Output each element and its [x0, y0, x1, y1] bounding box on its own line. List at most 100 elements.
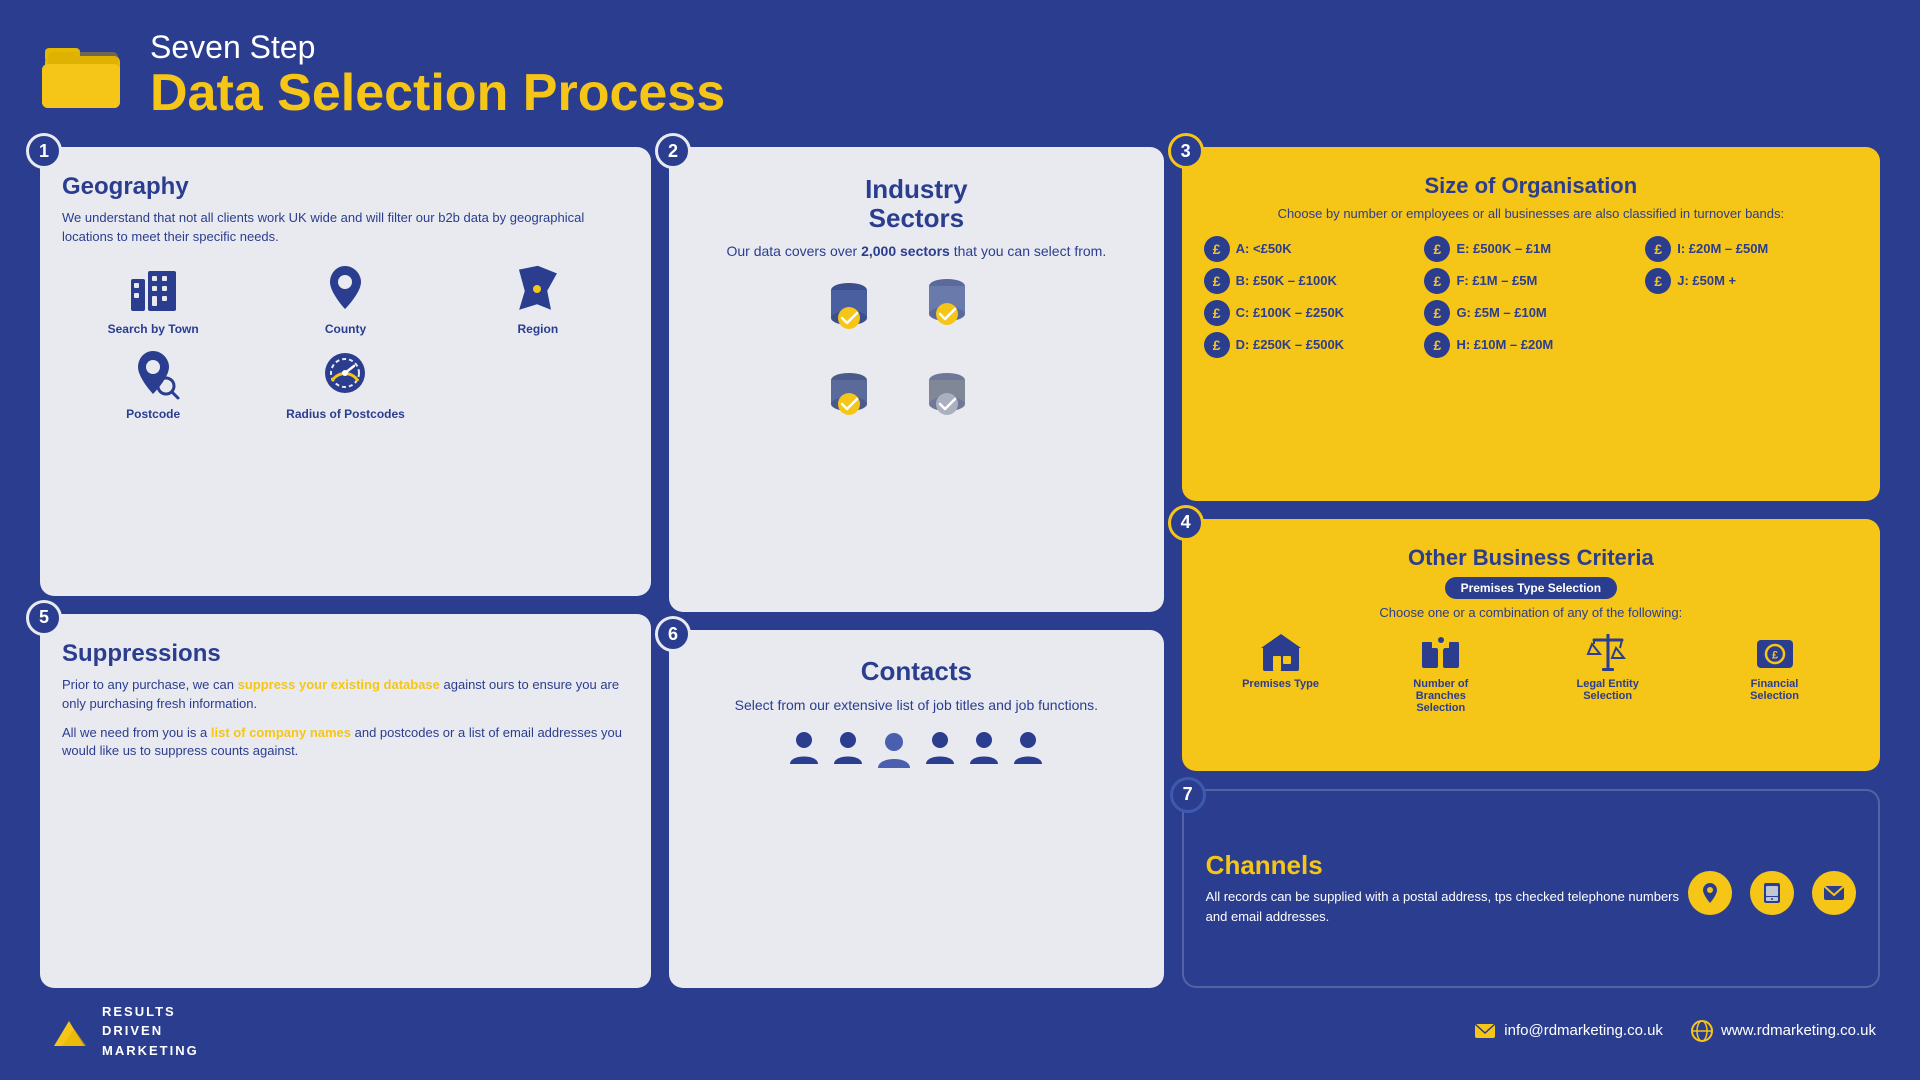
person-icon-5	[1010, 730, 1046, 766]
step5-highlight1: suppress your existing database	[238, 677, 440, 692]
pound-icon-d: £	[1204, 332, 1230, 358]
pound-icon-e: £	[1424, 236, 1450, 262]
premises-icon	[1259, 630, 1303, 674]
town-icon	[126, 261, 181, 316]
pound-icon-h: £	[1424, 332, 1450, 358]
step2-body: Our data covers over 2,000 sectors that …	[726, 241, 1106, 262]
step6-body: Select from our extensive list of job ti…	[735, 695, 1098, 716]
header-logo	[40, 36, 130, 116]
radius-icon	[318, 346, 373, 401]
person-icon-1	[786, 730, 822, 766]
step1-card: 1 Geography We understand that not all c…	[40, 147, 651, 596]
region-label: Region	[518, 322, 559, 336]
region-icon	[510, 261, 565, 316]
step5-card: 5 Suppressions Prior to any purchase, we…	[40, 614, 651, 988]
step4-card: 4 Other Business Criteria Premises Type …	[1182, 519, 1880, 771]
contacts-people	[786, 730, 1046, 770]
channel-phone-icon	[1750, 871, 1794, 915]
rdm-logo-icon	[44, 1011, 94, 1051]
criteria-financial: £ Financial Selection	[1730, 630, 1820, 714]
band-j: £ J: £50M +	[1645, 268, 1858, 294]
step2-title-area: IndustrySectors Our data covers over 2,0…	[726, 175, 1106, 261]
band-e: £ E: £500K – £1M	[1424, 236, 1637, 262]
pound-icon-j: £	[1645, 268, 1671, 294]
main-container: Seven Step Data Selection Process 1 Geog…	[0, 0, 1920, 1080]
pound-icon-a: £	[1204, 236, 1230, 262]
criteria-legal: Legal Entity Selection	[1563, 630, 1653, 714]
step3-title: Size of Organisation	[1204, 173, 1858, 199]
step5-highlight2: list of company names	[211, 725, 351, 740]
geo-item-county: County	[254, 261, 436, 336]
financial-icon: £	[1753, 630, 1797, 674]
branches-label: Number of Branches Selection	[1396, 678, 1486, 714]
band-d: £ D: £250K – £500K	[1204, 332, 1417, 358]
step6-card: 6 Contacts Select from our extensive lis…	[669, 630, 1164, 987]
pound-icon-b: £	[1204, 268, 1230, 294]
db-icons-2	[827, 370, 1005, 440]
financial-label: Financial Selection	[1730, 678, 1820, 702]
town-label: Search by Town	[108, 322, 199, 336]
step3-badge: 3	[1168, 133, 1204, 169]
step4-subtitle: Choose one or a combination of any of th…	[1204, 605, 1858, 620]
step5-body1: Prior to any purchase, we can suppress y…	[62, 676, 629, 714]
step2-badge: 2	[655, 133, 691, 169]
step5-badge: 5	[26, 600, 62, 636]
channel-icons	[1688, 871, 1856, 915]
band-a: £ A: <£50K	[1204, 236, 1417, 262]
pound-icon-f: £	[1424, 268, 1450, 294]
footer-email: info@rdmarketing.co.uk	[1504, 1022, 1663, 1039]
criteria-branches: Number of Branches Selection	[1396, 630, 1486, 714]
geo-item-region: Region	[447, 261, 629, 336]
criteria-premises: Premises Type	[1242, 630, 1319, 714]
channels-left: Channels All records can be supplied wit…	[1206, 850, 1688, 926]
postcode-label: Postcode	[126, 407, 180, 421]
step7-title: Channels	[1206, 850, 1688, 881]
footer: RESULTSDRIVENMARKETING info@rdmarketing.…	[40, 1002, 1880, 1061]
step2-card: 2 IndustrySectors Our data covers over 2…	[669, 147, 1164, 612]
step7-card: 7 Channels All records can be supplied w…	[1182, 789, 1880, 988]
footer-website: www.rdmarketing.co.uk	[1721, 1022, 1876, 1039]
person-icon-4	[966, 730, 1002, 766]
header-subtitle: Seven Step	[150, 30, 725, 65]
postcode-icon	[126, 346, 181, 401]
svg-text:£: £	[1771, 649, 1777, 661]
footer-web-item: www.rdmarketing.co.uk	[1691, 1020, 1876, 1042]
person-icon-highlighted	[874, 730, 914, 770]
step1-badge: 1	[26, 133, 62, 169]
branches-icon	[1419, 630, 1463, 674]
legal-icon	[1586, 630, 1630, 674]
band-i: £ I: £20M – £50M	[1645, 236, 1858, 262]
criteria-pill: Premises Type Selection	[1445, 577, 1618, 599]
band-f: £ F: £1M – £5M	[1424, 268, 1637, 294]
email-icon	[1474, 1020, 1496, 1042]
globe-icon	[1691, 1020, 1713, 1042]
step6-title: Contacts	[861, 656, 972, 687]
step7-body: All records can be supplied with a posta…	[1206, 887, 1688, 926]
person-icon-3	[922, 730, 958, 766]
band-c: £ C: £100K – £250K	[1204, 300, 1417, 326]
footer-contact: info@rdmarketing.co.uk www.rdmarketing.c…	[1474, 1020, 1876, 1042]
geo-item-town: Search by Town	[62, 261, 244, 336]
geo-item-radius: Radius of Postcodes	[254, 346, 436, 421]
pound-icon-c: £	[1204, 300, 1230, 326]
band-b: £ B: £50K – £100K	[1204, 268, 1417, 294]
band-h: £ H: £10M – £20M	[1424, 332, 1637, 358]
premises-label: Premises Type	[1242, 678, 1319, 690]
header: Seven Step Data Selection Process	[40, 30, 1880, 122]
header-text: Seven Step Data Selection Process	[150, 30, 725, 122]
channel-email-icon	[1812, 871, 1856, 915]
legal-label: Legal Entity Selection	[1563, 678, 1653, 702]
pound-icon-g: £	[1424, 300, 1450, 326]
step4-items: Premises Type	[1204, 630, 1858, 714]
step6-badge: 6	[655, 616, 691, 652]
band-g: £ G: £5M – £10M	[1424, 300, 1637, 326]
step3-subtitle: Choose by number or employees or all bus…	[1204, 205, 1858, 223]
step2-title: IndustrySectors	[726, 175, 1106, 232]
step7-badge: 7	[1170, 777, 1206, 813]
channel-location-icon	[1688, 871, 1732, 915]
county-icon	[318, 261, 373, 316]
footer-email-item: info@rdmarketing.co.uk	[1474, 1020, 1663, 1042]
db-icons	[827, 276, 1005, 356]
step5-title: Suppressions	[62, 640, 629, 668]
step1-icons: Search by Town County	[62, 261, 629, 421]
